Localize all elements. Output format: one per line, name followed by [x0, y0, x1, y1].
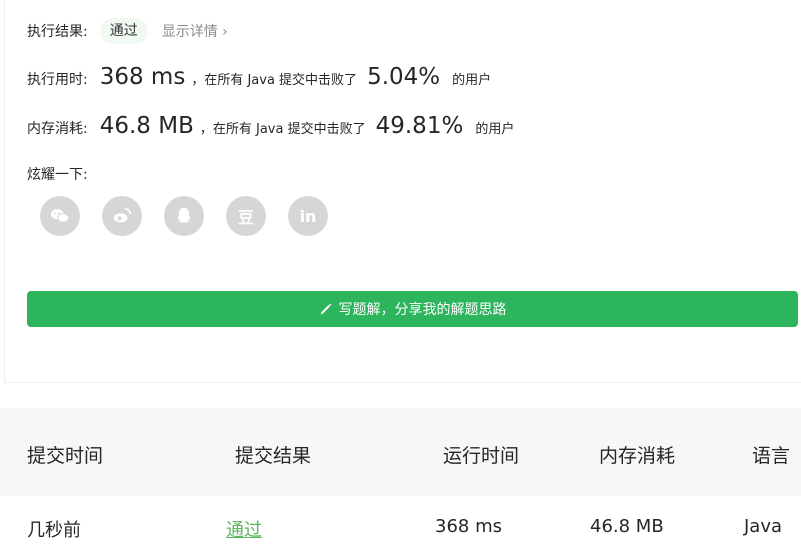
write-solution-button[interactable]: 写题解，分享我的解题思路 — [27, 291, 798, 327]
runtime-text: ，在所有 Java 提交中击败了 — [191, 73, 358, 88]
header-runtime: 运行时间 — [443, 445, 520, 467]
runtime-label: 执行用时: — [27, 72, 88, 88]
cell-memory: 46.8 MB — [590, 516, 664, 537]
result-row: 执行结果: 通过 显示详情 › — [27, 18, 228, 44]
runtime-percent: 5.04% — [367, 64, 441, 90]
header-submit-result: 提交结果 — [235, 445, 312, 467]
runtime-value: 368 ms — [99, 64, 186, 90]
memory-percent: 49.81% — [375, 113, 464, 139]
wechat-icon[interactable] — [40, 196, 80, 236]
share-icons: 豆 in — [40, 196, 350, 236]
cell-submit-time: 几秒前 — [27, 520, 81, 541]
douban-icon[interactable]: 豆 — [226, 196, 266, 236]
linkedin-glyph: in — [299, 206, 317, 226]
cell-runtime: 368 ms — [435, 516, 502, 537]
share-label: 炫耀一下: — [27, 167, 88, 183]
header-memory: 内存消耗 — [599, 445, 676, 467]
show-details-link[interactable]: 显示详情 › — [162, 21, 228, 41]
header-language: 语言 — [752, 445, 791, 467]
linkedin-icon[interactable]: in — [288, 196, 328, 236]
memory-text: ，在所有 Java 提交中击败了 — [199, 122, 366, 137]
pencil-icon — [320, 303, 332, 315]
header-submit-time: 提交时间 — [27, 445, 104, 467]
memory-value: 46.8 MB — [99, 113, 194, 139]
qq-icon[interactable] — [164, 196, 204, 236]
douban-glyph: 豆 — [237, 208, 254, 227]
cell-submit-result[interactable]: 通过 — [226, 516, 262, 542]
result-label: 执行结果: — [27, 24, 88, 40]
submission-table-header — [0, 408, 801, 496]
memory-suffix: 的用户 — [475, 122, 515, 137]
status-badge: 通过 — [99, 18, 148, 44]
write-solution-label: 写题解，分享我的解题思路 — [338, 302, 507, 318]
runtime-row: 执行用时: 368 ms ，在所有 Java 提交中击败了 5.04% 的用户 — [27, 64, 491, 90]
cell-language: Java — [744, 516, 783, 537]
weibo-icon[interactable] — [102, 196, 142, 236]
memory-label: 内存消耗: — [27, 121, 88, 137]
runtime-suffix: 的用户 — [452, 73, 492, 88]
memory-row: 内存消耗: 46.8 MB ，在所有 Java 提交中击败了 49.81% 的用… — [27, 113, 514, 139]
